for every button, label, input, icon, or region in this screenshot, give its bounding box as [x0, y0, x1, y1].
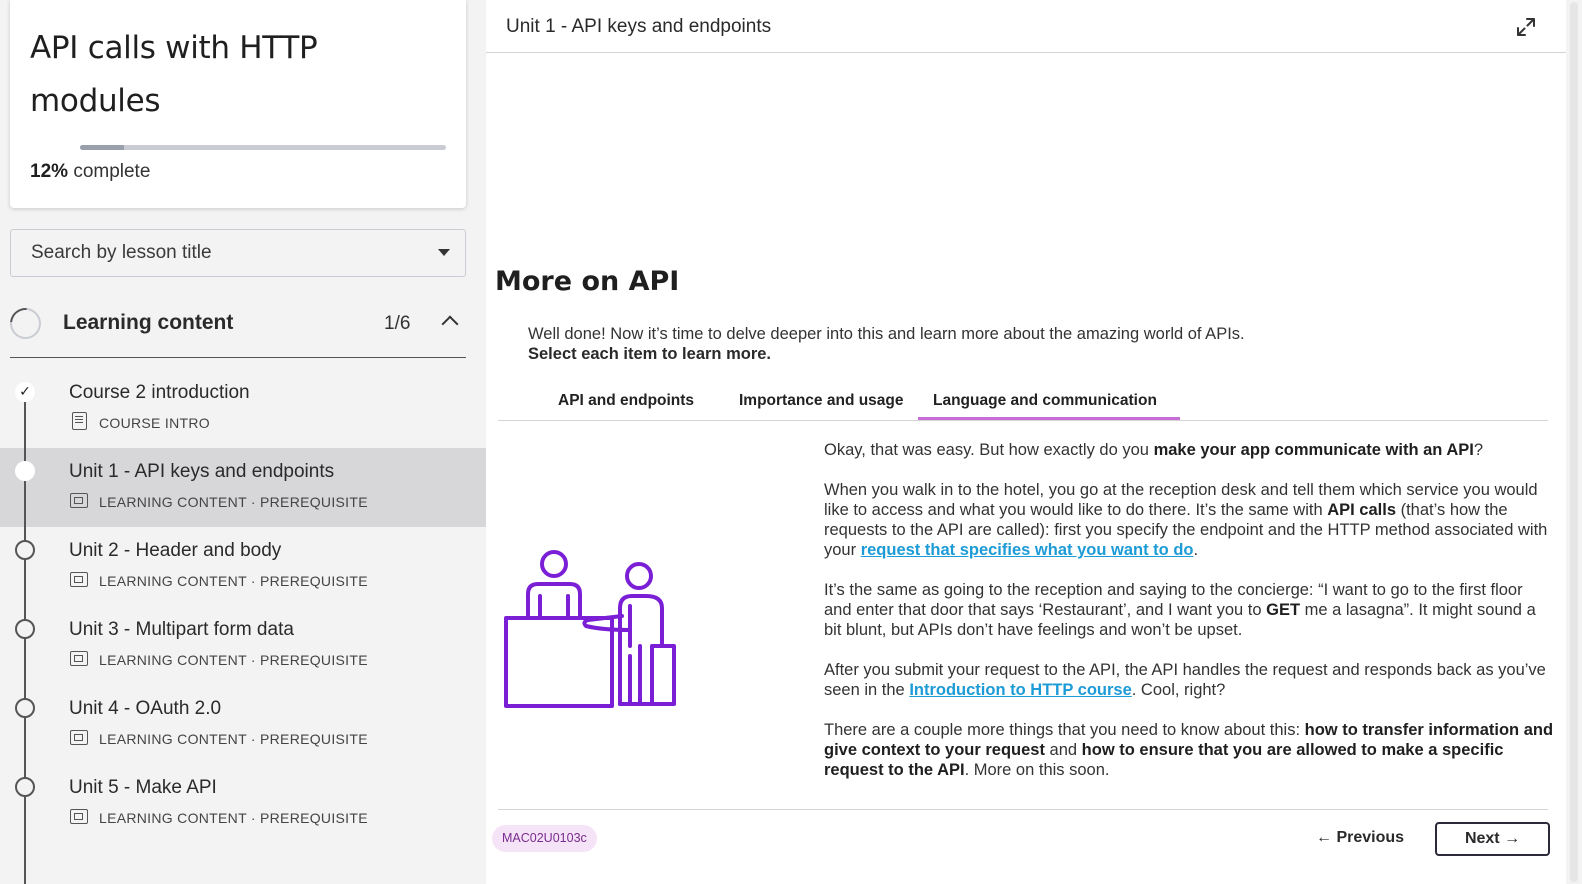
lesson-item-course-2-introduction[interactable]: ✓ Course 2 introduction COURSE INTRO	[0, 369, 486, 448]
intro-to-http-course-link[interactable]: Introduction to HTTP course	[909, 681, 1131, 699]
lesson-body-text: Okay, that was easy. But how exactly do …	[824, 440, 1554, 800]
intro-text: Well done! Now it’s time to delve deeper…	[528, 325, 1245, 343]
course-progress-bar	[80, 145, 446, 150]
lesson-title: Unit 1 - API keys and endpoints	[69, 461, 335, 482]
caret-down-icon	[438, 249, 450, 256]
request-specification-link[interactable]: request that specifies what you want to …	[861, 541, 1194, 559]
scrollbar-thumb[interactable]	[1570, 2, 1578, 882]
timeline-connector	[24, 685, 26, 764]
section-progress-ring-icon	[3, 301, 48, 346]
lesson-code-badge: MAC02U0103c	[492, 825, 597, 852]
lesson-item-unit-2[interactable]: Unit 2 - Header and body LEARNING CONTEN…	[0, 527, 486, 606]
progress-suffix: complete	[73, 161, 151, 182]
paragraph: After you submit your request to the API…	[824, 660, 1554, 700]
timeline-connector	[24, 402, 26, 448]
intro-instruction: Select each item to learn more.	[528, 345, 772, 363]
lesson-meta: COURSE INTRO	[99, 415, 210, 431]
lesson-status-circle-icon	[15, 540, 35, 560]
text-run: There are a couple more things that you …	[824, 721, 1305, 739]
lesson-item-unit-3[interactable]: Unit 3 - Multipart form data LEARNING CO…	[0, 606, 486, 685]
section-heading: More on API	[495, 266, 680, 297]
chevron-up-icon[interactable]	[441, 315, 459, 333]
lesson-title: Unit 2 - Header and body	[69, 540, 282, 561]
lesson-header-title: Unit 1 - API keys and endpoints	[506, 16, 772, 37]
slides-icon	[70, 651, 88, 666]
lesson-status-circle-icon	[15, 698, 35, 718]
lesson-status-circle-icon	[15, 777, 35, 797]
lesson-item-unit-1[interactable]: Unit 1 - API keys and endpoints LEARNING…	[0, 448, 486, 527]
section-count: 1/6	[384, 313, 411, 334]
slides-icon	[70, 730, 88, 745]
timeline-connector	[24, 606, 26, 685]
course-sidebar: API calls with HTTP modules 12% complete…	[0, 0, 486, 884]
lesson-title: Course 2 introduction	[69, 382, 250, 403]
tab-importance-and-usage[interactable]: Importance and usage	[739, 392, 904, 410]
timeline-connector	[24, 527, 26, 606]
lesson-meta: LEARNING CONTENT · PREREQUISITE	[99, 652, 368, 668]
lesson-item-unit-4[interactable]: Unit 4 - OAuth 2.0 LEARNING CONTENT · PR…	[0, 685, 486, 764]
paragraph: There are a couple more things that you …	[824, 720, 1554, 780]
lesson-meta: LEARNING CONTENT · PREREQUISITE	[99, 731, 368, 747]
slides-icon	[70, 493, 88, 508]
lesson-status-circle-icon	[15, 619, 35, 639]
timeline-connector	[24, 448, 26, 527]
page-scrollbar[interactable]	[1566, 0, 1582, 884]
lesson-content-panel: Unit 1 - API keys and endpoints More on …	[486, 0, 1566, 884]
selected-tab-indicator	[918, 417, 1180, 420]
lesson-title: Unit 5 - Make API	[69, 777, 217, 798]
lesson-title: Unit 3 - Multipart form data	[69, 619, 294, 640]
document-icon	[72, 412, 87, 430]
checkmark-icon: ✓	[15, 382, 35, 402]
lesson-meta: LEARNING CONTENT · PREREQUISITE	[99, 573, 368, 589]
lesson-title: Unit 4 - OAuth 2.0	[69, 698, 222, 719]
tab-api-and-endpoints[interactable]: API and endpoints	[558, 392, 694, 410]
hotel-reception-illustration	[504, 550, 676, 708]
progress-percent: 12%	[30, 161, 69, 182]
expand-fullscreen-icon[interactable]	[1516, 17, 1536, 37]
progress-label: 12% complete	[30, 161, 150, 183]
slides-icon	[70, 809, 88, 824]
paragraph: When you walk in to the hotel, you go at…	[824, 480, 1554, 560]
text-run: . More on this soon.	[964, 761, 1110, 779]
lesson-meta: LEARNING CONTENT · PREREQUISITE	[99, 494, 368, 510]
lesson-meta: LEARNING CONTENT · PREREQUISITE	[99, 810, 368, 826]
tab-language-and-communication[interactable]: Language and communication	[933, 392, 1157, 410]
course-progress-fill	[80, 145, 124, 150]
search-placeholder: Search by lesson title	[31, 242, 212, 263]
learning-content-section-header[interactable]: Learning content 1/6	[3, 300, 466, 358]
lesson-search-dropdown[interactable]: Search by lesson title	[10, 229, 466, 277]
current-lesson-dot-icon	[15, 461, 35, 481]
previous-button[interactable]: ← Previous	[1316, 829, 1404, 847]
paragraph: Okay, that was easy. But how exactly do …	[824, 440, 1554, 460]
slides-icon	[70, 572, 88, 587]
content-tabs: API and endpoints Importance and usage L…	[498, 384, 1548, 421]
emphasis: make your app communicate with an API	[1153, 441, 1474, 459]
next-button[interactable]: Next →	[1435, 822, 1550, 856]
paragraph: It’s the same as going to the reception …	[824, 580, 1554, 640]
text-run: and	[1044, 741, 1082, 759]
emphasis: GET	[1266, 601, 1301, 619]
text-run: ?	[1473, 441, 1484, 459]
lesson-header: Unit 1 - API keys and endpoints	[486, 0, 1566, 53]
text-run: . Cool, right?	[1131, 681, 1226, 699]
text-run: Okay, that was easy. But how exactly do …	[824, 441, 1154, 459]
emphasis: API calls	[1327, 501, 1397, 519]
footer-divider	[498, 809, 1548, 810]
course-title: API calls with HTTP modules	[30, 30, 318, 119]
lesson-item-unit-5[interactable]: Unit 5 - Make API LEARNING CONTENT · PRE…	[0, 764, 486, 884]
course-summary-card: API calls with HTTP modules 12% complete	[10, 0, 466, 208]
text-run: .	[1193, 541, 1199, 559]
section-title: Learning content	[63, 311, 234, 334]
